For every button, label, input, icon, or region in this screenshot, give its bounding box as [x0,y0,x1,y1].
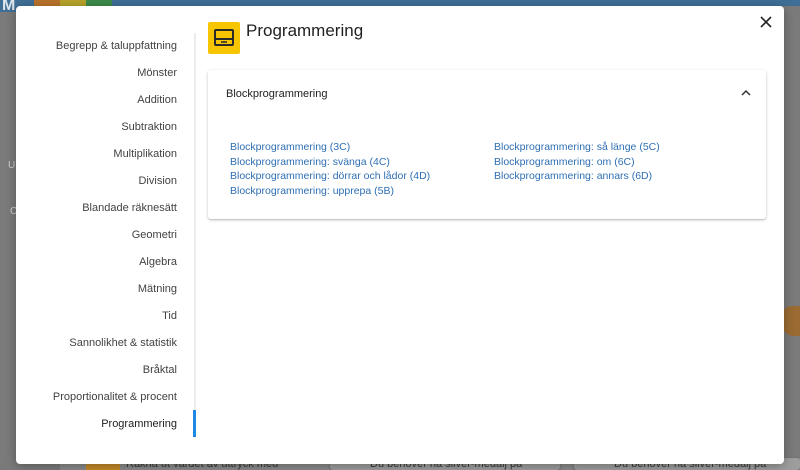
sidebar-item-algebra[interactable]: Algebra [16,249,196,276]
chevron-up-icon [741,89,751,96]
skill-link-3c[interactable]: Blockprogrammering (3C) [230,140,430,155]
page-title: Programmering [246,21,364,40]
panel-header[interactable]: Blockprogrammering [226,88,327,100]
laptop-icon [214,29,234,46]
sidebar-item-sannolikhet[interactable]: Sannolikhet & statistik [16,330,196,357]
skill-link-4c[interactable]: Blockprogrammering: svänga (4C) [230,155,430,170]
skill-link-4d[interactable]: Blockprogrammering: dörrar och lådor (4D… [230,169,430,184]
sidebar-item-addition[interactable]: Addition [16,87,196,114]
skill-links-column-1: Blockprogrammering (3C) Blockprogrammeri… [230,140,430,198]
skill-link-5b[interactable]: Blockprogrammering: upprepa (5B) [230,184,430,199]
sidebar-item-proportionalitet[interactable]: Proportionalitet & procent [16,384,196,411]
sidebar-item-geometri[interactable]: Geometri [16,222,196,249]
sidebar-item-begrepp[interactable]: Begrepp & taluppfattning [16,33,196,60]
sidebar-item-subtraktion[interactable]: Subtraktion [16,114,196,141]
sidebar-item-matning[interactable]: Mätning [16,276,196,303]
category-sidebar: Begrepp & taluppfattning Mönster Additio… [16,33,196,438]
sidebar-item-braktal[interactable]: Bråktal [16,357,196,384]
blockprogrammering-panel: Blockprogrammering Blockprogrammering (3… [208,70,766,219]
skill-link-6d[interactable]: Blockprogrammering: annars (6D) [494,169,660,184]
sidebar-item-tid[interactable]: Tid [16,303,196,330]
sidebar-divider [194,33,196,437]
skill-link-6c[interactable]: Blockprogrammering: om (6C) [494,155,660,170]
sidebar-item-multiplikation[interactable]: Multiplikation [16,141,196,168]
background-left-label: U [8,160,16,171]
skill-link-5c[interactable]: Blockprogrammering: så länge (5C) [494,140,660,155]
close-icon [760,16,772,28]
programming-category-icon [208,22,240,54]
background-ornament [782,306,800,336]
sidebar-item-programmering[interactable]: Programmering [16,411,196,438]
close-button[interactable] [756,12,776,32]
collapse-button[interactable] [738,84,754,100]
sidebar-item-blandade[interactable]: Blandade räknesätt [16,195,196,222]
sidebar-item-monster[interactable]: Mönster [16,60,196,87]
skill-links-column-2: Blockprogrammering: så länge (5C) Blockp… [494,140,660,184]
category-dialog: Begrepp & taluppfattning Mönster Additio… [16,6,784,464]
sidebar-item-division[interactable]: Division [16,168,196,195]
sidebar-active-indicator [193,410,196,437]
